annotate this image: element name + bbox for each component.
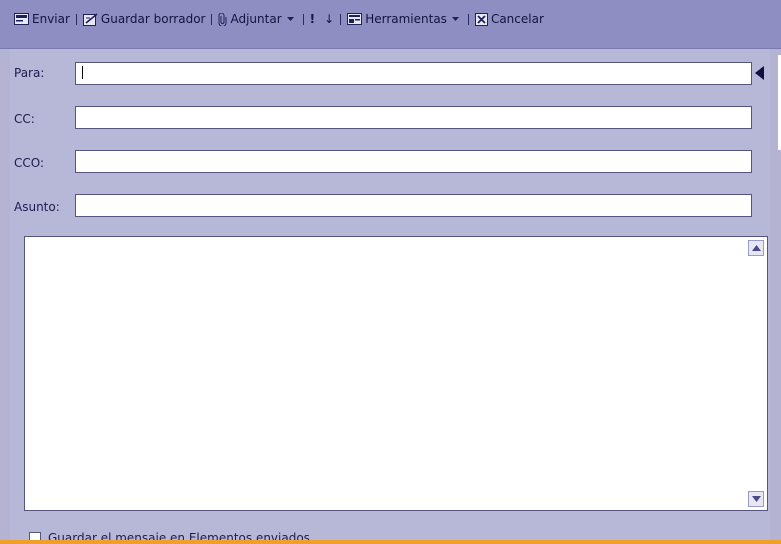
bcc-label: CCO: [14, 156, 45, 170]
toolbar-separator [467, 13, 469, 25]
tools-label: Herramientas [365, 12, 447, 26]
low-importance-button[interactable]: ↓ [324, 12, 334, 26]
chevron-up-icon [751, 245, 761, 251]
tools-button[interactable]: Herramientas [347, 12, 462, 26]
save-sent-label: Guardar el mensaje en Elementos enviados [48, 531, 310, 540]
save-draft-label: Guardar borrador [100, 12, 206, 26]
toolbar-separator [75, 13, 77, 25]
to-field[interactable] [75, 62, 752, 85]
high-importance-icon: ! [309, 12, 316, 26]
chevron-down-icon [451, 17, 459, 21]
chevron-down-icon [286, 17, 294, 21]
attach-button[interactable]: Adjuntar [218, 12, 296, 26]
accent-stripe [0, 540, 781, 544]
cc-field[interactable] [75, 106, 752, 129]
subject-field[interactable] [75, 194, 752, 217]
toolbar-separator [302, 13, 304, 25]
scroll-down-button[interactable] [748, 491, 764, 507]
scroll-up-button[interactable] [748, 240, 764, 256]
text-cursor [82, 66, 83, 79]
tools-icon [347, 13, 363, 25]
message-body[interactable] [24, 236, 768, 511]
cancel-label: Cancelar [490, 12, 544, 26]
paperclip-icon [218, 12, 227, 26]
toolbar-items: Enviar Guardar borrador Adjuntar ! ↓ Her… [14, 9, 544, 29]
toolbar-separator [211, 13, 213, 25]
collapse-arrow-icon[interactable] [755, 66, 764, 80]
send-button[interactable]: Enviar [14, 12, 70, 26]
send-label: Enviar [32, 12, 70, 26]
cc-label: CC: [14, 112, 35, 126]
save-draft-icon [82, 12, 98, 26]
close-icon [474, 12, 488, 26]
low-importance-icon: ↓ [324, 12, 335, 26]
save-draft-button[interactable]: Guardar borrador [82, 12, 206, 26]
chevron-down-icon [751, 496, 761, 502]
high-importance-button[interactable]: ! [310, 12, 315, 26]
to-label: Para: [14, 66, 45, 80]
toolbar-separator [340, 13, 342, 25]
subject-label: Asunto: [14, 200, 60, 214]
send-icon [14, 13, 29, 25]
cancel-button[interactable]: Cancelar [474, 12, 544, 26]
toolbar: Enviar Guardar borrador Adjuntar ! ↓ Her… [0, 0, 781, 49]
bcc-field[interactable] [75, 150, 752, 173]
attach-label: Adjuntar [230, 12, 282, 26]
